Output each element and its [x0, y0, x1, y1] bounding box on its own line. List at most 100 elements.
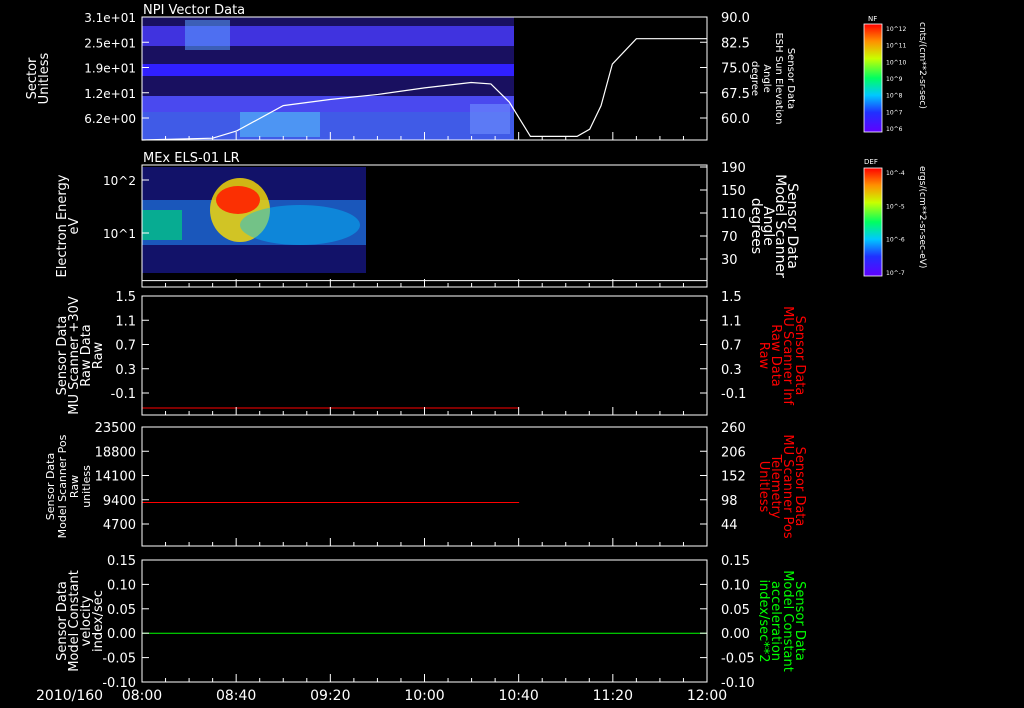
left-tick-label-mu_raw: 1.1 [115, 314, 136, 329]
right-tick-label-pos: 206 [721, 445, 746, 460]
right-tick-label-els: 30 [721, 253, 738, 268]
spectro-band-lower [142, 96, 514, 112]
right-tick-label-pos: 260 [721, 421, 746, 436]
left-tick-label-els: 10^1 [103, 227, 136, 241]
panel-els: MEx ELS-01 LR [142, 151, 707, 282]
left-axis-title-line: eV [67, 217, 82, 234]
right-axis-title-line: degree [749, 61, 760, 96]
right-tick-label-vel: 0.00 [721, 627, 750, 642]
right-tick-label-els: 110 [721, 207, 746, 222]
els-peak [216, 186, 260, 214]
right-tick-label-mu_raw: 1.1 [721, 314, 742, 329]
right-axis-title-line: index/sec**2 [756, 579, 771, 662]
left-tick-label-vel: 0.15 [107, 554, 136, 569]
right-tick-label-npi: 75.0 [721, 62, 750, 77]
colorbar-def-ticks: 10^-4 10^-5 10^-6 10^-7 [886, 170, 905, 277]
left-tick-label-npi: 1.2e+01 [84, 87, 136, 101]
right-axis-title-line: Angle [761, 64, 772, 92]
left-axis-title-line: index/sec [91, 590, 106, 652]
left-tick-label-vel: 0.05 [107, 603, 136, 618]
els-left-green [142, 210, 182, 240]
time-tick-label: 09:20 [310, 688, 350, 704]
right-tick-label-mu_raw: -0.1 [721, 387, 746, 402]
colorbar-nf: NF cnts/(cm**2-sr-sec) 10^1210^1110^1010… [863, 15, 927, 133]
left-tick-label-npi: 6.2e+00 [84, 112, 136, 126]
right-tick-label-els: 70 [721, 230, 738, 245]
spectro-band-bottom [142, 112, 514, 140]
left-axis-title-mu_raw: Sensor DataMU Scanner +30VRaw DataRaw [55, 296, 106, 415]
left-axis-title-vel: Sensor DataModel Constantvelocityindex/s… [55, 570, 106, 672]
time-tick-label: 08:00 [122, 688, 162, 704]
spectro-feature-c [470, 104, 510, 134]
npi-spectrogram [142, 17, 514, 140]
colorbar-tick-label: 10^-7 [886, 270, 905, 277]
left-tick-label-mu_raw: 0.3 [115, 363, 136, 378]
right-axis-title-line: Unitless [756, 461, 771, 513]
left-tick-label-mu_raw: 0.7 [115, 339, 136, 354]
colorbar-nf-gradient [863, 23, 883, 133]
panel-title-npi: NPI Vector Data [143, 3, 245, 18]
right-tick-label-npi: 67.5 [721, 87, 750, 102]
left-tick-label-npi: 3.1e+01 [84, 11, 136, 25]
left-axis-title-npi: SectorUnitless [25, 52, 52, 104]
right-axis-title-line: ESH Sun Elevation [773, 32, 784, 124]
right-tick-label-pos: 152 [721, 470, 746, 485]
left-axis-title-line: unitless [80, 465, 93, 508]
colorbar-tick-label: 10^10 [886, 59, 906, 66]
right-axis-title-npi: Sensor DataESH Sun ElevationAngledegree [749, 32, 796, 124]
left-tick-label-pos: 18800 [95, 445, 136, 460]
right-axis-title-mu_raw: Sensor DataMU Scanner InfRaw DataRaw [756, 306, 807, 405]
colorbar-tick-label: 10^-6 [886, 237, 905, 244]
colorbar-def: DEF ergs/(cm**2-sr-sec-eV) 10^-410^-510^… [863, 158, 927, 277]
right-axis-title-line: degrees [748, 198, 764, 254]
colorbar-tick-label: 10^8 [886, 93, 903, 100]
left-tick-label-vel: -0.05 [102, 652, 136, 667]
time-tick-label: 08:40 [216, 688, 256, 704]
left-tick-label-pos: 4700 [103, 518, 136, 533]
right-tick-label-els: 150 [721, 184, 746, 199]
colorbar-nf-unit: cnts/(cm**2-sr-sec) [917, 22, 927, 109]
right-tick-label-mu_raw: 0.3 [721, 363, 742, 378]
colorbar-tick-label: 10^9 [886, 76, 903, 83]
left-axis-title-pos: Sensor DataModel Scanner PosRawunitless [44, 434, 93, 538]
right-tick-label-npi: 60.0 [721, 112, 750, 127]
right-tick-label-mu_raw: 1.5 [721, 290, 742, 305]
right-axis-title-pos: Sensor DataMU Scanner PosTelemetryUnitle… [756, 434, 807, 539]
colorbar-tick-label: 10^6 [886, 126, 903, 133]
panel-npi: NPI Vector Data [141, 3, 707, 141]
colorbar-tick-label: 10^-4 [886, 170, 905, 177]
left-tick-label-pos: 9400 [103, 494, 136, 509]
colorbar-tick-label: 10^7 [886, 109, 903, 116]
colorbar-def-unit: ergs/(cm**2-sr-sec-eV) [917, 166, 927, 268]
left-tick-label-vel: 0.00 [107, 627, 136, 642]
right-tick-label-vel: 0.10 [721, 578, 750, 593]
time-axis-labels: 08:00 08:40 09:20 10:00 10:40 11:20 12:00 [122, 688, 727, 704]
time-tick-label: 12:00 [687, 688, 727, 704]
colorbar-def-tag: DEF [864, 158, 878, 166]
colorbar-nf-ticks: 10^12 10^11 10^10 10^9 10^8 10^7 10^6 [886, 26, 906, 133]
right-axis-title-els: Sensor DataModel ScannerAngledegrees [748, 174, 800, 278]
colorbar-tick-label: 10^-5 [886, 203, 905, 210]
time-tick-label: 11:20 [593, 688, 633, 704]
right-tick-label-vel: -0.05 [721, 652, 755, 667]
right-tick-label-mu_raw: 0.7 [721, 339, 742, 354]
right-tick-label-npi: 82.5 [721, 36, 750, 51]
time-tick-label: 10:00 [404, 688, 444, 704]
spectro-feature-b [240, 112, 320, 137]
right-tick-label-vel: 0.15 [721, 554, 750, 569]
left-tick-label-npi: 1.9e+01 [84, 62, 136, 76]
left-tick-label-vel: 0.10 [107, 578, 136, 593]
colorbar-tick-label: 10^11 [886, 43, 906, 50]
right-axis-title-line: Sensor Data [785, 48, 796, 109]
right-tick-label-els: 190 [721, 161, 746, 176]
panel-frame-vel [141, 559, 708, 683]
panel-frame-mu_raw [141, 295, 708, 416]
left-axis-title-line: Unitless [37, 52, 52, 104]
left-axis-title-els: Electron EnergyeV [55, 174, 82, 277]
time-tick-label: 10:40 [498, 688, 538, 704]
right-tick-label-npi: 90.0 [721, 11, 750, 26]
left-tick-label-mu_raw: -0.1 [111, 387, 136, 402]
left-tick-label-els: 10^2 [103, 174, 136, 188]
els-tail [240, 205, 360, 245]
left-axis-title-line: Raw [91, 341, 106, 369]
